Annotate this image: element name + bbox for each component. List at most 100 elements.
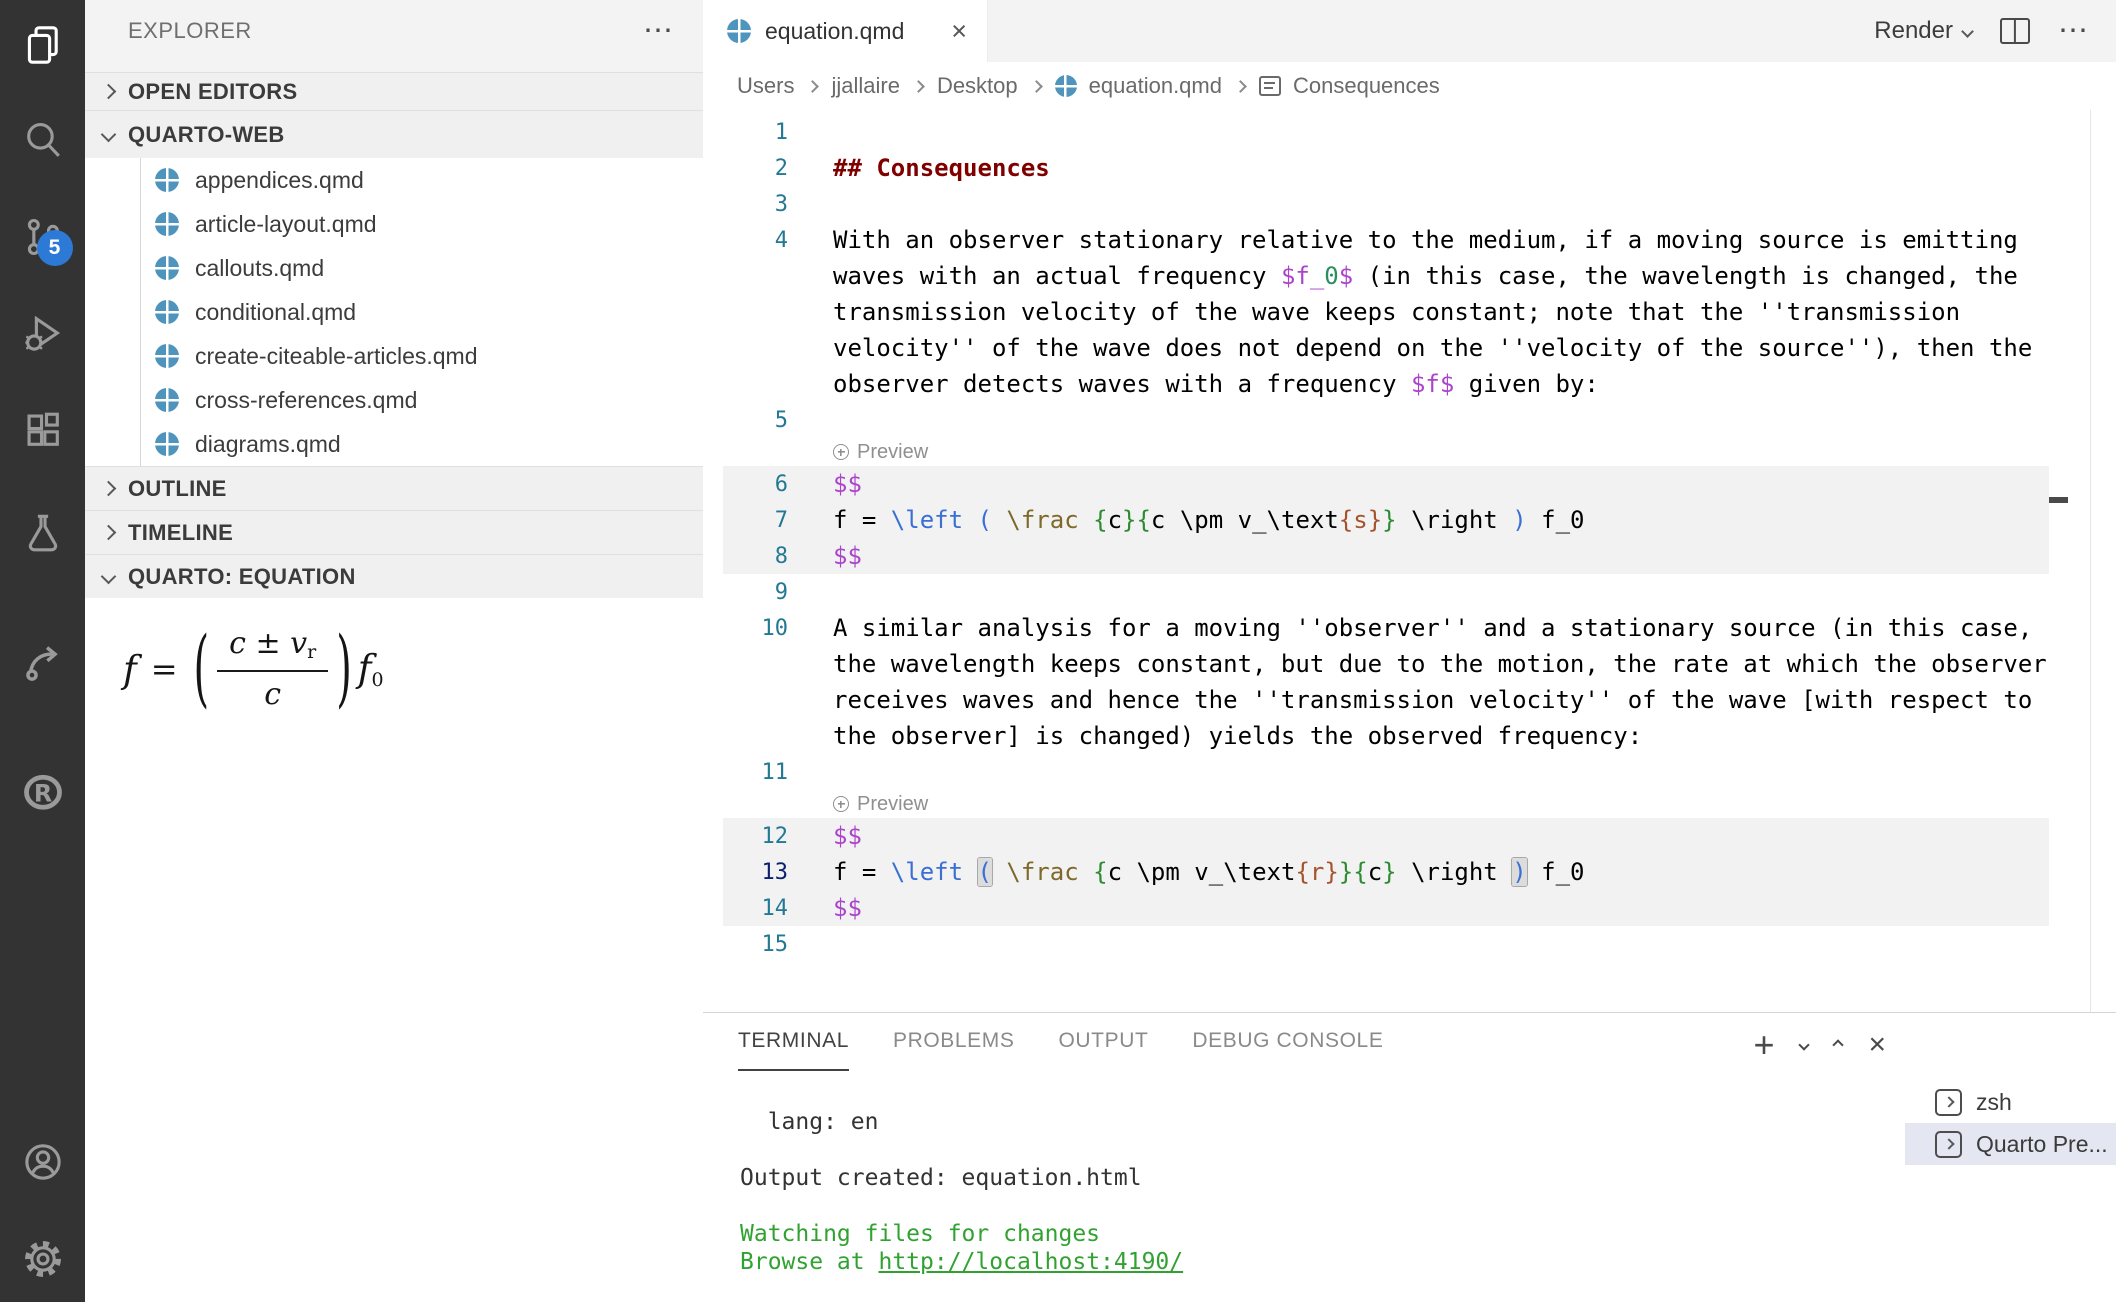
section-outline[interactable]: OUTLINE	[85, 466, 703, 510]
breadcrumb-item[interactable]: Users	[737, 73, 794, 99]
editor-row[interactable]: 1	[703, 114, 2116, 150]
editor-row[interactable]: receives waves and hence the ''transmiss…	[703, 682, 2116, 718]
line-number: 11	[703, 760, 788, 785]
codelens-preview[interactable]: Preview	[703, 790, 2116, 818]
editor-row[interactable]: 8$$	[703, 538, 2116, 574]
chevron-down-icon	[101, 569, 117, 585]
explorer-sidebar: EXPLORER ⋯ OPEN EDITORS QUARTO-WEB appen…	[85, 0, 703, 1302]
split-editor-icon[interactable]	[2000, 18, 2030, 44]
section-quarto-web[interactable]: QUARTO-WEB	[85, 110, 703, 158]
editor-row[interactable]: 14$$	[703, 890, 2116, 926]
quarto-file-icon	[155, 168, 179, 192]
panel-tab-problems[interactable]: PROBLEMS	[893, 1013, 1015, 1071]
quarto-file-icon	[155, 300, 179, 324]
editor-row[interactable]: 3	[703, 186, 2116, 222]
panel-tab-output[interactable]: OUTPUT	[1058, 1013, 1148, 1071]
line-number: 8	[703, 544, 788, 569]
section-timeline[interactable]: TIMELINE	[85, 510, 703, 554]
file-item[interactable]: article-layout.qmd	[85, 202, 703, 246]
tab-equation-qmd[interactable]: equation.qmd ×	[703, 0, 988, 62]
run-debug-icon[interactable]	[21, 311, 65, 355]
extensions-icon[interactable]	[21, 408, 65, 452]
editor-row[interactable]: 12$$	[703, 818, 2116, 854]
file-item[interactable]: conditional.qmd	[85, 290, 703, 334]
editor-row[interactable]: 5	[703, 402, 2116, 438]
account-icon[interactable]	[21, 1140, 65, 1184]
editor-row[interactable]: 6$$	[703, 466, 2116, 502]
code-editor[interactable]: 12## Consequences 3 4With an observer stat…	[703, 110, 2116, 1012]
new-terminal-icon[interactable]: +	[1753, 1027, 1774, 1063]
file-name: cross-references.qmd	[195, 387, 417, 414]
breadcrumb-item[interactable]: Desktop	[937, 73, 1018, 99]
section-quarto-equation[interactable]: QUARTO: EQUATION	[85, 554, 703, 598]
section-label: TIMELINE	[128, 520, 233, 546]
panel-actions: + ×	[1753, 1027, 1886, 1063]
sidebar-title: EXPLORER	[128, 18, 252, 44]
terminal-link[interactable]: http://localhost:4190/	[878, 1249, 1183, 1275]
terminal-instance[interactable]: Quarto Pre...	[1905, 1123, 2116, 1165]
editor-row[interactable]: the observer] is changed) yields the obs…	[703, 718, 2116, 754]
editor-row[interactable]: velocity'' of the wave does not depend o…	[703, 330, 2116, 366]
terminal-instance[interactable]: zsh	[1905, 1081, 2116, 1123]
editor-row[interactable]: transmission velocity of the wave keeps …	[703, 294, 2116, 330]
file-name: appendices.qmd	[195, 167, 364, 194]
editor-row[interactable]: 13f = \left ( \frac {c \pm v_\text{r}}{c…	[703, 854, 2116, 890]
render-button[interactable]: Render	[1874, 17, 1972, 45]
breadcrumb-item[interactable]: equation.qmd	[1089, 73, 1222, 99]
editor-row[interactable]: 2## Consequences	[703, 150, 2116, 186]
editor-row[interactable]: the wavelength keeps constant, but due t…	[703, 646, 2116, 682]
svg-text:R: R	[33, 779, 51, 807]
line-number: 10	[703, 616, 788, 641]
sidebar-more-actions-icon[interactable]: ⋯	[643, 26, 675, 36]
line-content: the wavelength keeps constant, but due t…	[833, 650, 2047, 678]
breadcrumb-item[interactable]: Consequences	[1293, 73, 1440, 99]
line-content: f = \left ( \frac {c \pm v_\text{r}}{c} …	[833, 858, 1584, 886]
editor-more-actions-icon[interactable]: ⋯	[2058, 26, 2090, 36]
line-number: 2	[703, 156, 788, 181]
file-item[interactable]: diagrams.qmd	[85, 422, 703, 466]
panel-tab-debug-console[interactable]: DEBUG CONSOLE	[1192, 1013, 1383, 1071]
editor-row[interactable]: waves with an actual frequency $f_0$ (in…	[703, 258, 2116, 294]
settings-gear-icon[interactable]	[21, 1237, 65, 1281]
breadcrumb: Users jjallaire Desktop equation.qmd Consequ…	[703, 62, 2116, 110]
line-number: 3	[703, 192, 788, 217]
file-item[interactable]: create-citeable-articles.qmd	[85, 334, 703, 378]
panel-tab-terminal[interactable]: TERMINAL	[738, 1013, 849, 1071]
equation-equals: =	[151, 650, 178, 688]
maximize-panel-icon[interactable]	[1833, 1039, 1844, 1050]
section-open-editors[interactable]: OPEN EDITORS	[85, 72, 703, 110]
close-panel-icon[interactable]: ×	[1868, 1030, 1886, 1060]
file-item[interactable]: appendices.qmd	[85, 158, 703, 202]
quarto-file-icon	[155, 212, 179, 236]
section-label: QUARTO: EQUATION	[128, 564, 356, 590]
breadcrumb-item[interactable]: jjallaire	[831, 73, 899, 99]
file-item[interactable]: callouts.qmd	[85, 246, 703, 290]
codelens-preview[interactable]: Preview	[703, 438, 2116, 466]
editor-row[interactable]: 11	[703, 754, 2116, 790]
equation-preview-panel: f = ( c ± vr c ) f0	[85, 598, 703, 1302]
quarto-file-icon	[1055, 75, 1077, 97]
file-item[interactable]: cross-references.qmd	[85, 378, 703, 422]
editor-row[interactable]: 7f = \left ( \frac {c}{c \pm v_\text{s}}…	[703, 502, 2116, 538]
terminal-line	[740, 1137, 1183, 1165]
editor-row[interactable]: observer detects waves with a frequency …	[703, 366, 2116, 402]
close-tab-icon[interactable]: ×	[951, 18, 967, 45]
editor-row[interactable]: 15	[703, 926, 2116, 962]
line-content: $$	[833, 470, 862, 498]
file-name: conditional.qmd	[195, 299, 356, 326]
explorer-icon[interactable]	[21, 23, 65, 67]
terminal-output[interactable]: lang: enOutput created: equation.htmlWat…	[740, 1109, 1183, 1277]
terminal-dropdown-icon[interactable]	[1799, 1039, 1810, 1050]
editor-row[interactable]: 10A similar analysis for a moving ''obse…	[703, 610, 2116, 646]
testing-flask-icon[interactable]	[21, 511, 65, 555]
search-icon[interactable]	[21, 118, 65, 162]
quarto-preview-icon[interactable]	[21, 641, 65, 685]
scrollbar-track[interactable]	[2090, 110, 2091, 1012]
line-content: f = \left ( \frac {c}{c \pm v_\text{s}} …	[833, 506, 1584, 534]
source-control-icon[interactable]: 5	[21, 215, 65, 259]
editor-row[interactable]: 9	[703, 574, 2116, 610]
r-lang-icon[interactable]: R	[21, 771, 65, 815]
chevron-right-icon	[101, 84, 117, 100]
equation-fraction: c ± vr c	[217, 626, 328, 712]
editor-row[interactable]: 4With an observer stationary relative to…	[703, 222, 2116, 258]
